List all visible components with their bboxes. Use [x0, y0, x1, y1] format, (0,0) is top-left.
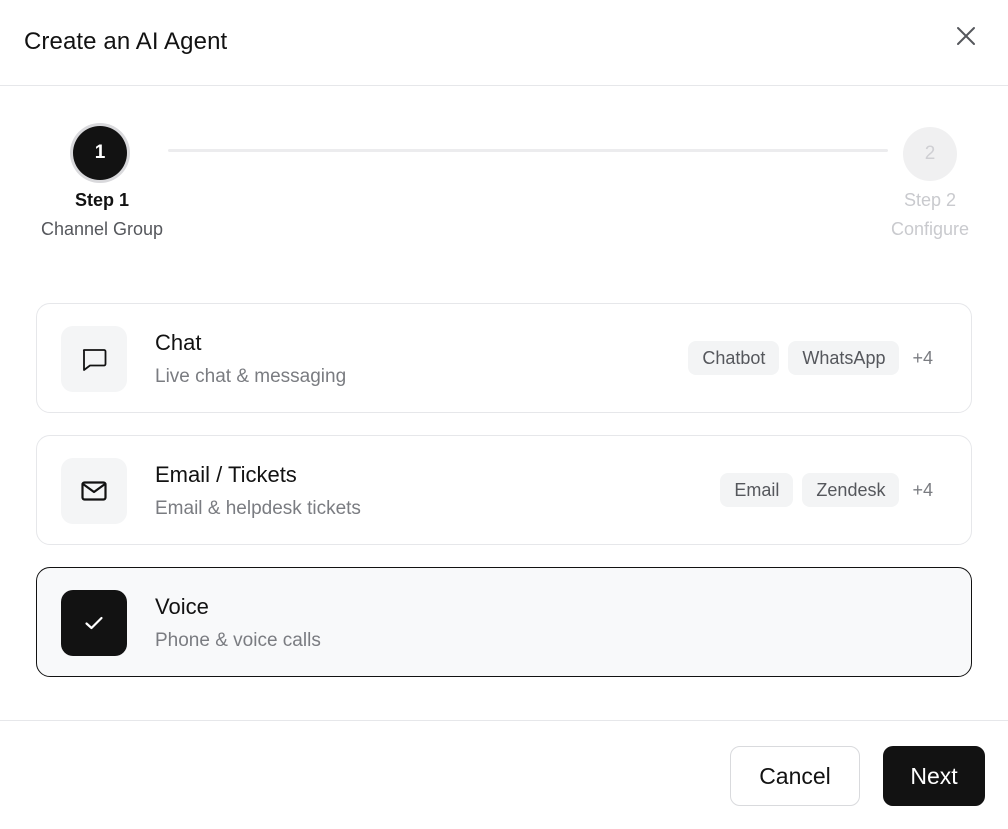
dialog-footer: Cancel Next — [0, 720, 1008, 829]
step-1-indicator: 1 — [73, 126, 127, 180]
chat-bubble-icon — [82, 349, 107, 371]
cancel-button[interactable]: Cancel — [730, 746, 860, 806]
dialog-header: Create an AI Agent — [0, 0, 1008, 86]
step-2-indicator: 2 — [903, 127, 957, 181]
more-tags-count: +4 — [912, 479, 933, 500]
step-2-title: Step 2 — [903, 190, 957, 210]
dialog-title: Create an AI Agent — [24, 28, 228, 55]
more-tags-count: +4 — [912, 347, 933, 368]
next-button[interactable]: Next — [883, 746, 985, 806]
channel-card-voice[interactable]: Voice Phone & voice calls — [36, 567, 972, 677]
close-button[interactable] — [946, 16, 986, 56]
channel-icon-box — [61, 458, 127, 524]
close-icon — [957, 27, 975, 45]
stepper-progress-line — [168, 149, 888, 152]
channel-tag: Zendesk — [802, 473, 900, 507]
channel-title: Chat — [155, 330, 202, 355]
step-1-subtitle: Channel Group — [40, 219, 164, 239]
channel-card-chat[interactable]: Chat Live chat & messaging Chatbot Whats… — [36, 303, 972, 413]
channel-tag: Email — [720, 473, 794, 507]
channel-title: Email / Tickets — [155, 462, 297, 487]
channel-tag: Chatbot — [688, 341, 780, 375]
channel-title: Voice — [155, 594, 209, 619]
step-1-title: Step 1 — [74, 190, 130, 210]
mail-icon — [81, 481, 107, 501]
channel-tag: WhatsApp — [788, 341, 900, 375]
channel-card-email-tickets[interactable]: Email / Tickets Email & helpdesk tickets… — [36, 435, 972, 545]
create-agent-dialog: Create an AI Agent 1 Step 1 Channel Grou… — [0, 0, 1008, 829]
channel-tags: Chatbot WhatsApp +4 — [688, 341, 933, 375]
step-2-subtitle: Configure — [890, 219, 970, 239]
check-icon — [85, 616, 103, 630]
stepper: 1 Step 1 Channel Group 2 Step 2 Configur… — [0, 86, 1008, 266]
channel-description: Live chat & messaging — [155, 366, 347, 387]
channel-description: Email & helpdesk tickets — [155, 498, 361, 519]
channel-icon-box — [61, 326, 127, 392]
channel-tags: Email Zendesk +4 — [720, 473, 933, 507]
channel-description: Phone & voice calls — [155, 630, 321, 651]
channel-icon-box — [61, 590, 127, 656]
